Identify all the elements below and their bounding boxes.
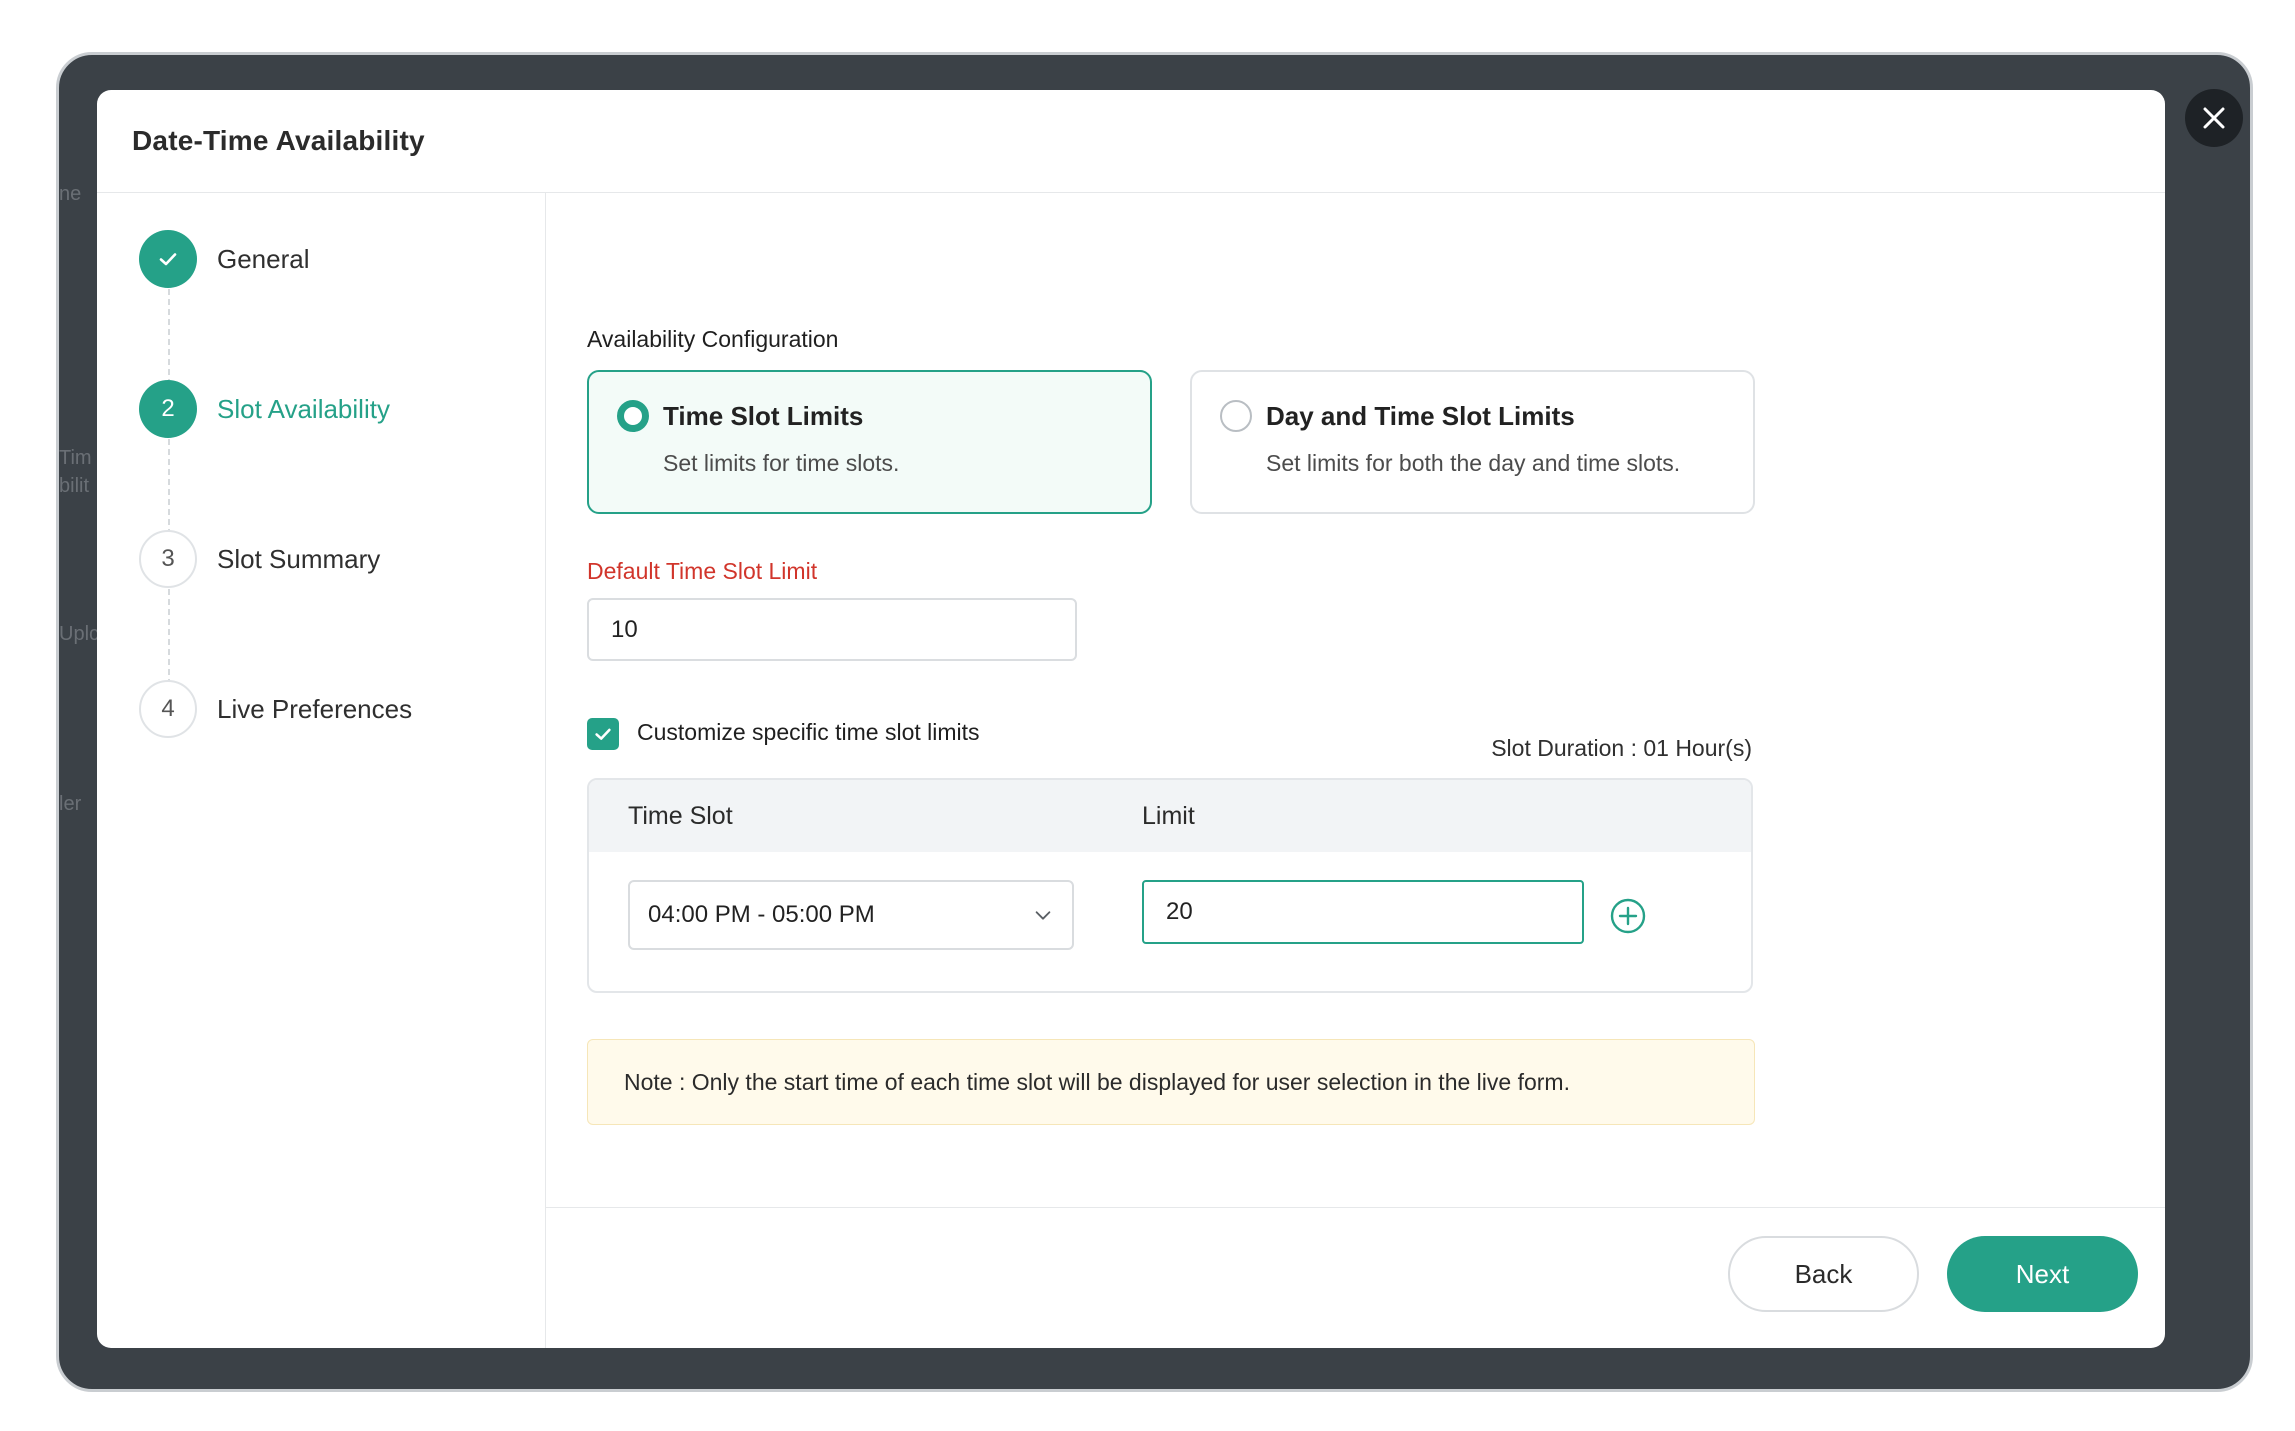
modal-title: Date-Time Availability bbox=[132, 125, 425, 156]
option-title: Day and Time Slot Limits bbox=[1266, 400, 1575, 431]
date-time-availability-dialog: Date-Time Availability General 2 Slot Av… bbox=[97, 90, 2165, 1348]
close-button[interactable] bbox=[2185, 89, 2243, 147]
step-connector bbox=[168, 289, 170, 385]
step-label: General bbox=[217, 243, 310, 274]
background-text: bilit bbox=[59, 475, 90, 497]
add-row-icon[interactable] bbox=[1609, 897, 1647, 935]
option-description: Set limits for both the day and time slo… bbox=[1266, 450, 1681, 476]
next-button[interactable]: Next bbox=[1947, 1236, 2138, 1312]
close-icon bbox=[2203, 107, 2225, 129]
time-slot-value: 04:00 PM - 05:00 PM bbox=[648, 901, 875, 928]
slot-limit-input[interactable] bbox=[1142, 880, 1584, 944]
radio-selected[interactable] bbox=[617, 400, 649, 432]
check-icon bbox=[159, 253, 177, 266]
stepper-sidebar: General 2 Slot Availability 3 Slot Summa… bbox=[97, 193, 546, 1348]
column-header-limit: Limit bbox=[1142, 801, 1195, 830]
modal-header: Date-Time Availability bbox=[97, 90, 2165, 193]
step-label: Live Preferences bbox=[217, 693, 413, 724]
step-general[interactable]: General bbox=[139, 229, 310, 289]
background-text: Tim bbox=[59, 447, 92, 469]
footer-divider bbox=[546, 1207, 2165, 1208]
radio-unselected[interactable] bbox=[1220, 400, 1252, 432]
info-note: Note : Only the start time of each time … bbox=[587, 1039, 1755, 1125]
option-title: Time Slot Limits bbox=[663, 400, 864, 431]
day-and-time-slot-limits-option[interactable]: Day and Time Slot Limits Set limits for … bbox=[1190, 370, 1755, 514]
step-live-preferences[interactable]: 4 Live Preferences bbox=[139, 679, 412, 739]
column-header-time-slot: Time Slot bbox=[628, 801, 733, 830]
step-slot-availability[interactable]: 2 Slot Availability bbox=[139, 379, 390, 439]
time-slot-select[interactable]: 04:00 PM - 05:00 PM bbox=[628, 880, 1074, 950]
step-number: 4 bbox=[139, 680, 197, 738]
background-text: ne bbox=[59, 183, 82, 205]
default-time-slot-limit-label: Default Time Slot Limit bbox=[587, 558, 818, 584]
step-label: Slot Summary bbox=[217, 543, 381, 574]
slot-duration-text: Slot Duration : 01 Hour(s) bbox=[1491, 735, 1752, 761]
step-connector bbox=[168, 439, 170, 535]
step-number: 3 bbox=[139, 530, 197, 588]
background-text: Uplc bbox=[59, 623, 100, 645]
option-description: Set limits for time slots. bbox=[663, 450, 900, 476]
chevron-down-icon bbox=[1035, 911, 1051, 920]
background-text: ler bbox=[59, 793, 82, 815]
time-slot-limits-table: Time Slot Limit 04:00 PM - 05:00 PM bbox=[587, 778, 1753, 993]
back-button[interactable]: Back bbox=[1728, 1236, 1919, 1312]
availability-configuration-label: Availability Configuration bbox=[587, 326, 839, 352]
step-connector bbox=[168, 589, 170, 685]
step-label: Slot Availability bbox=[217, 393, 390, 424]
step-slot-summary[interactable]: 3 Slot Summary bbox=[139, 529, 380, 589]
default-time-slot-limit-input[interactable] bbox=[587, 598, 1077, 661]
time-slot-limits-option[interactable]: Time Slot Limits Set limits for time slo… bbox=[587, 370, 1152, 514]
table-header: Time Slot Limit bbox=[589, 780, 1751, 852]
step-number: 2 bbox=[139, 380, 197, 438]
step-complete-badge bbox=[139, 230, 197, 288]
